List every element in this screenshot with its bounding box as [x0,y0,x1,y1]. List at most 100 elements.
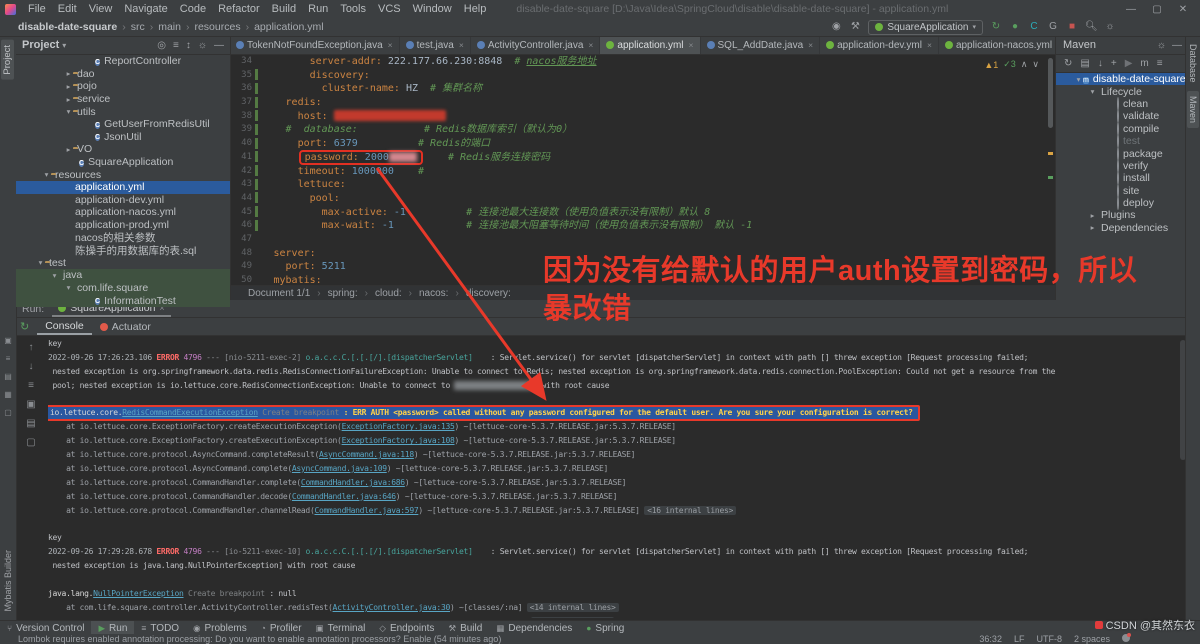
project-tree-item[interactable]: CGetUserFromRedisUtil [16,118,230,131]
tool-window-button-dependencies[interactable]: ▦Dependencies [489,621,579,635]
editor-breadcrumb-item[interactable]: spring: [328,288,358,299]
inspections-widget[interactable]: ▲1 ✓3 ∧ ∨ [984,59,1039,70]
stop-button[interactable]: ■ [1066,21,1078,33]
stack-trace-link[interactable]: NullPointerException [93,589,183,598]
close-icon[interactable]: × [808,40,813,50]
breadcrumb-item[interactable]: resources [194,21,240,33]
build-hammer-icon[interactable]: ⚒ [849,21,861,33]
tool-window-button-spring[interactable]: ●Spring [579,621,631,635]
project-tree-item[interactable]: application-dev.yml [16,194,230,207]
project-tree-item[interactable]: CInformationTest [16,294,230,307]
maven-tree-item[interactable]: package [1056,147,1187,159]
maven-download-sources-icon[interactable]: ↓ [1098,58,1103,69]
todo-strip-icon[interactable]: ▢ [4,408,13,417]
stack-trace-link[interactable]: ExceptionFactory.java:135 [342,422,455,431]
editor-tab[interactable]: application.yml× [600,36,700,54]
maven-reload-icon[interactable]: ↻ [1064,58,1072,69]
menu-item-vcs[interactable]: VCS [372,3,407,15]
project-tree-item[interactable]: ▸pojo [16,80,230,93]
editor-tab[interactable]: application-dev.yml× [820,36,939,54]
stack-trace-link[interactable]: AsyncCommand.java:118 [319,450,414,459]
stack-trace-link[interactable]: ExceptionFactory.java:108 [342,436,455,445]
menu-item-help[interactable]: Help [458,3,493,15]
stack-trace-link[interactable]: CommandHandler.java:597 [314,506,418,515]
minimize-button[interactable]: — [1118,4,1144,15]
stack-trace-link[interactable]: AsyncCommand.java:109 [292,464,387,473]
project-tree-item[interactable]: CJsonUtil [16,131,230,144]
collapse-all-icon[interactable]: ≡ [173,40,179,51]
maven-tree-item[interactable]: validate [1056,110,1187,122]
tool-window-tab-maven[interactable]: Maven [1187,91,1199,128]
rerun-application-icon[interactable]: ↻ [20,320,29,333]
scroll-up-icon[interactable]: ↑ [29,342,34,353]
tool-window-button-terminal[interactable]: ▣Terminal [309,621,373,635]
close-button[interactable]: ✕ [1170,4,1196,15]
favorites-icon[interactable]: ▣ [4,336,13,345]
settings-gear-icon[interactable]: ☼ [1104,21,1116,33]
profiler-button[interactable]: C [1028,21,1040,33]
tool-window-button-todo[interactable]: ≡TODO [134,621,186,635]
menu-item-code[interactable]: Code [174,3,212,15]
breadcrumb-item[interactable]: application.yml [254,21,323,33]
run-configuration-select[interactable]: SquareApplication ▾ [868,20,983,35]
breadcrumb-item[interactable]: disable-date-square [18,21,117,33]
editor-breadcrumb-item[interactable]: Document 1/1 [248,288,310,299]
maven-more-icon[interactable]: ≡ [1157,58,1163,69]
bookmarks-icon[interactable]: ▦ [4,390,13,399]
tool-window-tab-database[interactable]: Database [1187,39,1199,88]
project-tree-item[interactable]: ▸service [16,93,230,106]
maven-tree-item[interactable]: ▸Plugins [1056,209,1187,221]
expand-icon[interactable]: ↕ [186,40,191,51]
tool-window-button-run[interactable]: ▶Run [91,621,134,635]
maven-tree-item[interactable]: deploy [1056,197,1187,209]
tab-actuator[interactable]: Actuator [92,318,159,335]
project-tree-item[interactable]: application.yml [16,181,230,194]
menu-item-file[interactable]: File [22,3,52,15]
maximize-button[interactable]: ▢ [1144,4,1170,15]
project-tree-item[interactable]: CReportController [16,55,230,68]
project-tree-item[interactable]: ▾test [16,257,230,270]
maven-hide-icon[interactable]: — [1172,40,1182,51]
encoding[interactable]: UTF-8 [1036,634,1062,644]
maven-tree-item[interactable]: site [1056,185,1187,197]
editor-tab[interactable]: TokenNotFoundException.java× [230,36,400,54]
project-tree-item[interactable]: ▾com.life.square [16,282,230,295]
next-issue-icon[interactable]: ∨ [1032,59,1039,70]
close-icon[interactable]: × [689,40,694,50]
close-icon[interactable]: × [927,40,932,50]
scroll-to-end-icon[interactable]: ▣ [26,399,35,410]
project-tree-item[interactable]: ▾java [16,269,230,282]
status-message[interactable]: Lombok requires enabled annotation proce… [18,634,501,644]
menu-item-tools[interactable]: Tools [334,3,372,15]
maven-tree-item[interactable]: compile [1056,123,1187,135]
menu-item-run[interactable]: Run [302,3,334,15]
hide-panel-icon[interactable]: — [214,40,224,51]
maven-execute-goal-icon[interactable]: m [1140,58,1148,69]
clear-console-icon[interactable]: ▢ [26,437,35,448]
search-everywhere-icon[interactable]: 🔍︎ [1085,21,1097,33]
prev-issue-icon[interactable]: ∧ [1021,59,1028,70]
stack-trace-link[interactable]: HttpServlet.java:626 [256,617,346,618]
close-icon[interactable]: × [388,40,393,50]
project-tree-item[interactable]: ▸dao [16,68,230,81]
locate-file-icon[interactable]: ◎ [157,40,166,51]
menu-item-window[interactable]: Window [407,3,458,15]
menu-item-build[interactable]: Build [266,3,302,15]
maven-run-icon[interactable]: ▶ [1125,58,1133,69]
editor-breadcrumb-item[interactable]: cloud: [375,288,402,299]
menu-item-refactor[interactable]: Refactor [212,3,266,15]
project-tree-item[interactable]: application-nacos.yml [16,206,230,219]
maven-tree-item[interactable]: verify [1056,160,1187,172]
editor-tab[interactable]: SQL_AddDate.java× [701,36,821,54]
editor-tab[interactable]: ActivityController.java× [471,36,601,54]
indent-setting[interactable]: 2 spaces [1074,634,1110,644]
stack-trace-link[interactable]: CommandHandler.java:686 [301,478,405,487]
debug-button[interactable]: ● [1009,21,1021,33]
menu-item-navigate[interactable]: Navigate [118,3,173,15]
maven-tree-item[interactable]: ▸Dependencies [1056,222,1187,234]
panel-settings-gear-icon[interactable]: ☼ [198,40,207,51]
close-icon[interactable]: × [459,40,464,50]
coverage-button[interactable]: G [1047,21,1059,33]
tab-console[interactable]: Console [37,318,92,335]
close-icon[interactable]: × [588,40,593,50]
